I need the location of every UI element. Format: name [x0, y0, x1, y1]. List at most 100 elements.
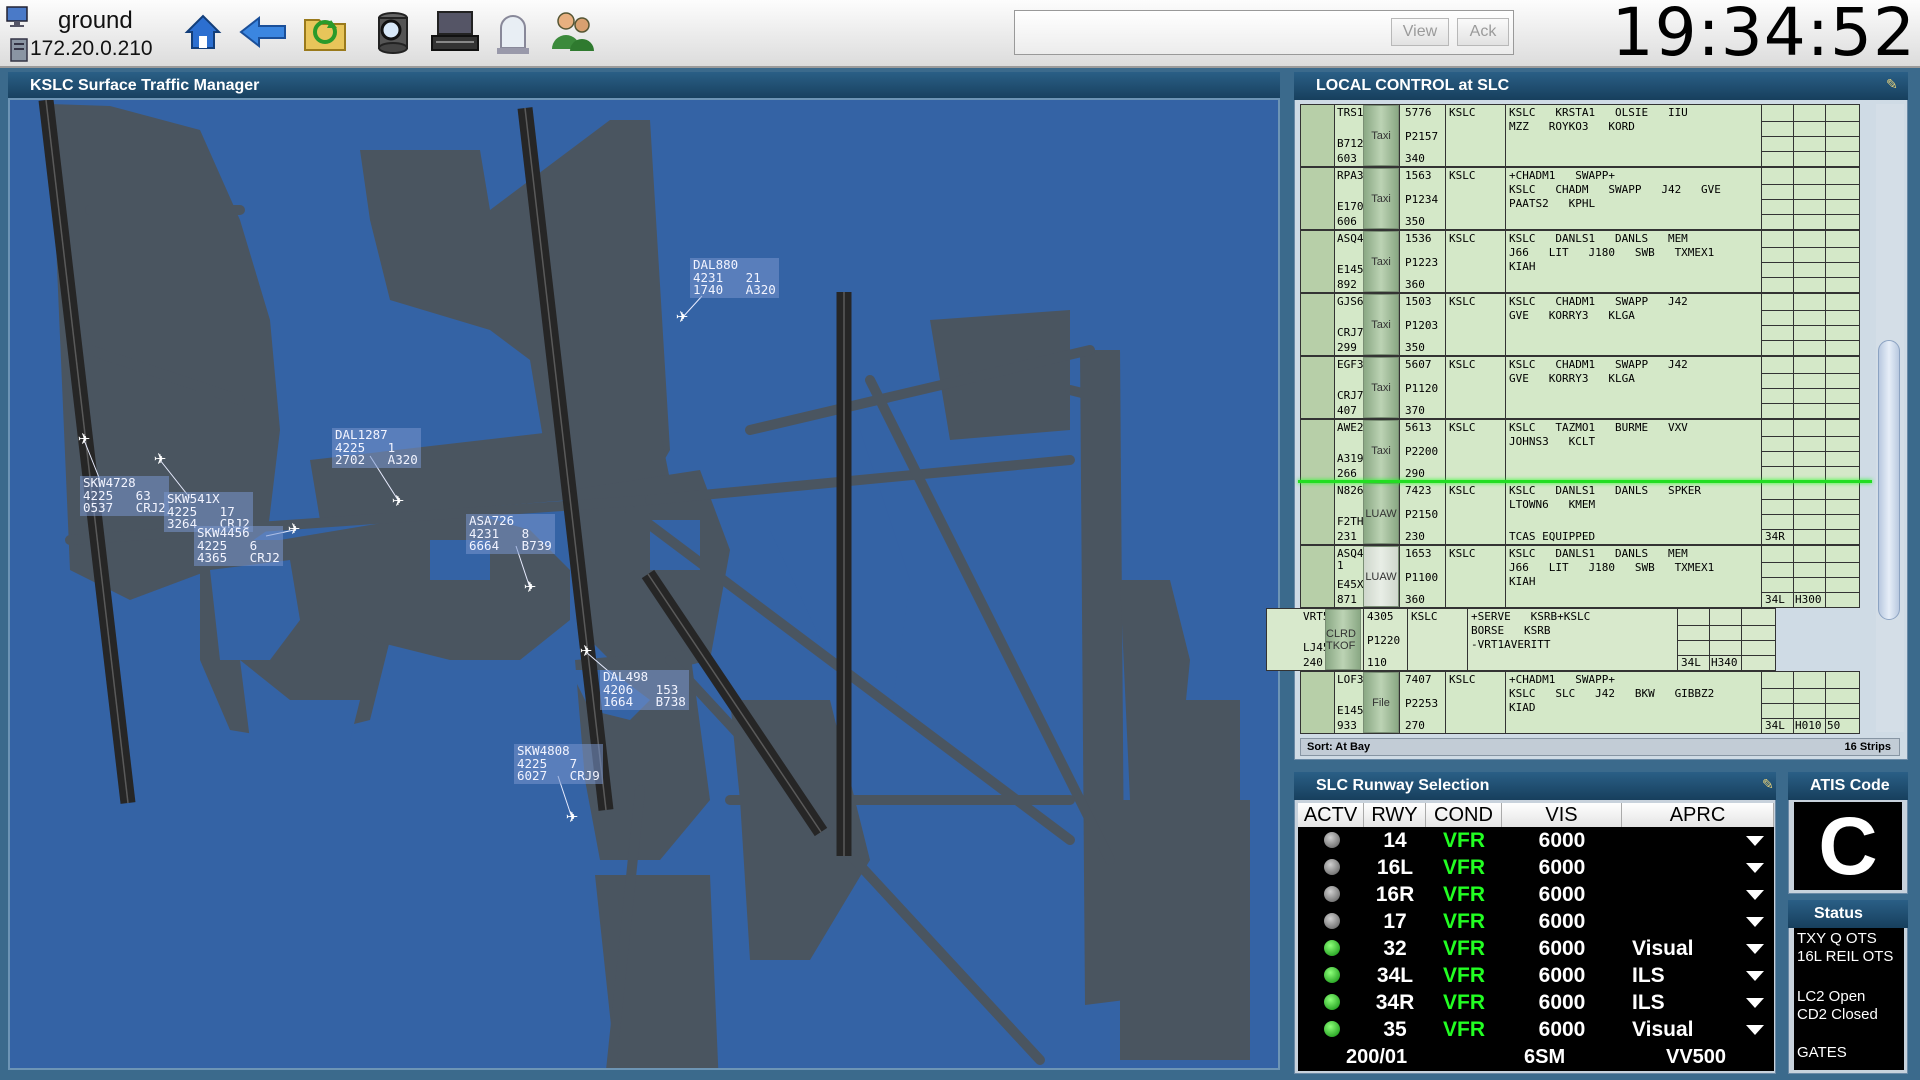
strip-status-button[interactable]: File [1363, 672, 1399, 733]
approach-value[interactable]: ILS [1632, 990, 1665, 1016]
back-arrow-icon[interactable] [236, 4, 290, 60]
view-button[interactable]: View [1391, 18, 1449, 46]
message-box[interactable]: View Ack [1014, 10, 1514, 55]
runway-row[interactable]: 14 VFR 6000 [1298, 827, 1774, 853]
aircraft-tag[interactable]: DAL498 4206 153 1664 B738 [600, 670, 689, 710]
database-search-icon[interactable] [366, 4, 420, 60]
approach-value[interactable]: ILS [1632, 963, 1665, 989]
condition[interactable]: VFR [1426, 989, 1502, 1015]
runway-row[interactable]: 34L VFR 6000 ILS [1298, 962, 1774, 988]
flight-strip[interactable]: LOF3521 E145/Q 933 File 7407 P2253 270 KSLC +CHA… [1300, 671, 1860, 734]
visibility-value[interactable]: 6000 [1502, 963, 1622, 989]
strip-status-button[interactable]: CLRD TKOF [1325, 609, 1361, 670]
home-icon[interactable] [176, 4, 230, 60]
visibility-value[interactable]: 6000 [1502, 828, 1622, 854]
runway-row[interactable]: 16R VFR 6000 [1298, 881, 1774, 907]
visibility-value[interactable]: 6000 [1502, 855, 1622, 881]
flight-strip[interactable]: N826EG F2TH/Q 231 LUAW 7423 P2150 230 KSLC KSLC … [1300, 482, 1860, 545]
condition[interactable]: VFR [1426, 908, 1502, 934]
active-indicator[interactable] [1324, 940, 1340, 956]
visibility-value[interactable]: 6000 [1502, 936, 1622, 962]
chevron-down-icon[interactable] [1746, 836, 1764, 846]
alarm-light-icon[interactable] [486, 4, 540, 60]
active-indicator[interactable] [1324, 1021, 1340, 1037]
aircraft-tag[interactable]: DAL1287 4225 1 2702 A320 [332, 428, 421, 468]
chevron-down-icon[interactable] [1746, 971, 1764, 981]
active-indicator[interactable] [1324, 967, 1340, 983]
flight-strip[interactable]: ASQ4565 E145/Q 892 Taxi 1536 P1223 360 KSLC KSLC… [1300, 230, 1860, 293]
aircraft-tag[interactable]: SKW4728 4225 63 0537 CRJ2 [80, 476, 169, 516]
condition[interactable]: VFR [1426, 962, 1502, 988]
strip-scrollbar[interactable] [1876, 104, 1904, 732]
folder-refresh-icon[interactable] [298, 4, 352, 60]
aircraft-icon[interactable]: ✈ [522, 580, 538, 596]
approach-value[interactable]: Visual [1632, 936, 1693, 962]
aircraft-icon[interactable]: ✈ [564, 810, 580, 826]
aircraft-icon[interactable]: ✈ [390, 494, 406, 510]
aircraft-icon[interactable]: ✈ [578, 644, 594, 660]
visibility-value[interactable]: 6000 [1502, 990, 1622, 1016]
flight-strip[interactable]: RPA3366 E170/Q 606 Taxi 1563 P1234 350 KSLC +CHA… [1300, 167, 1860, 230]
flight-strip[interactable]: TRS1748 B712/Q 603 Taxi 5776 P2157 340 KSLC KSLC… [1300, 104, 1860, 167]
condition[interactable]: VFR [1426, 827, 1502, 853]
strip-status-button[interactable]: Taxi [1363, 357, 1399, 418]
aircraft-icon[interactable]: ✈ [286, 522, 302, 538]
visibility-value[interactable]: 6000 [1502, 1017, 1622, 1043]
runway-row[interactable]: 17 VFR 6000 [1298, 908, 1774, 934]
visibility-value[interactable]: 6000 [1502, 909, 1622, 935]
chevron-down-icon[interactable] [1746, 863, 1764, 873]
atis-code[interactable]: C [1794, 802, 1902, 892]
aircraft-icon[interactable]: ✈ [76, 432, 92, 448]
active-indicator[interactable] [1324, 994, 1340, 1010]
strip-status-button[interactable]: Taxi [1363, 420, 1399, 481]
airport-map[interactable]: DAL880 4231 21 1740 A320 DAL1287 4225 1 … [8, 98, 1280, 1070]
aircraft-tag[interactable]: ASA726 4231 8 6664 B739 [466, 514, 555, 554]
active-indicator[interactable] [1324, 859, 1340, 875]
sort-label[interactable]: Sort: At Bay [1307, 741, 1370, 753]
keyboard-icon[interactable] [428, 4, 482, 60]
flight-strip[interactable]: VRT51 LJ45/Q 240 CLRD TKOF 4305 P1220 110 KSLC +… [1266, 608, 1776, 671]
condition[interactable]: VFR [1426, 881, 1502, 907]
chevron-down-icon[interactable] [1746, 1025, 1764, 1035]
flight-strip[interactable]: AWE2096 A319/Q 266 Taxi 5613 P2200 290 KSLC KSLC… [1300, 419, 1860, 482]
runway-row[interactable]: 34R VFR 6000 ILS [1298, 989, 1774, 1015]
strip-status-button[interactable]: Taxi [1363, 105, 1399, 166]
aircraft-icon[interactable]: ✈ [152, 452, 168, 468]
scrollbar-thumb[interactable] [1878, 340, 1900, 620]
edit-pencil-icon[interactable]: ✎ [1886, 76, 1900, 92]
condition[interactable]: VFR [1426, 935, 1502, 961]
strip-status-button[interactable]: LUAW [1363, 483, 1399, 544]
strip-status-button[interactable]: LUAW [1363, 546, 1399, 607]
approach-value[interactable]: Visual [1632, 1017, 1693, 1043]
strip-status-button[interactable]: Taxi [1363, 168, 1399, 229]
aircraft-tag[interactable]: DAL880 4231 21 1740 A320 [690, 258, 779, 298]
strip-status-button[interactable]: Taxi [1363, 231, 1399, 292]
active-indicator[interactable] [1324, 886, 1340, 902]
ack-button[interactable]: Ack [1457, 18, 1509, 46]
runway-row[interactable]: 35 VFR 6000 Visual [1298, 1016, 1774, 1042]
flight-strip[interactable]: GJS6203 CRJ7/Q 299 Taxi 1503 P1203 350 KSLC KSLC… [1300, 293, 1860, 356]
strip-beacon: 7407 [1405, 673, 1432, 686]
runway-row[interactable]: 16L VFR 6000 [1298, 854, 1774, 880]
strip-bay-marker [1301, 168, 1335, 229]
chevron-down-icon[interactable] [1746, 917, 1764, 927]
visibility-value[interactable]: 6000 [1502, 882, 1622, 908]
condition[interactable]: VFR [1426, 854, 1502, 880]
active-indicator[interactable] [1324, 832, 1340, 848]
runway-row[interactable]: 32 VFR 6000 Visual [1298, 935, 1774, 961]
edit-pencil-icon[interactable]: ✎ [1762, 776, 1776, 792]
chevron-down-icon[interactable] [1746, 944, 1764, 954]
flight-strip[interactable]: EGF3667 CRJ7/Q 407 Taxi 5607 P1120 370 KSLC KSLC… [1300, 356, 1860, 419]
users-icon[interactable] [546, 4, 600, 60]
condition[interactable]: VFR [1426, 1016, 1502, 1042]
aircraft-tag[interactable]: SKW4456 4225 6 4365 CRJ2 [194, 526, 283, 566]
aircraft-icon[interactable]: ✈ [674, 310, 690, 326]
chevron-down-icon[interactable] [1746, 998, 1764, 1008]
chevron-down-icon[interactable] [1746, 890, 1764, 900]
strip-speed: 50 [1827, 719, 1841, 732]
strip-route1: KSLC CHADM1 SWAPP J42 [1509, 358, 1688, 371]
active-indicator[interactable] [1324, 913, 1340, 929]
strip-status-button[interactable]: Taxi [1363, 294, 1399, 355]
aircraft-tag[interactable]: SKW4808 4225 7 6027 CRJ9 [514, 744, 603, 784]
flight-strip[interactable]: ASQ4196 1 E45X/Q 871 LUAW 1653 P1100 360 KSLC KSL… [1300, 545, 1860, 608]
